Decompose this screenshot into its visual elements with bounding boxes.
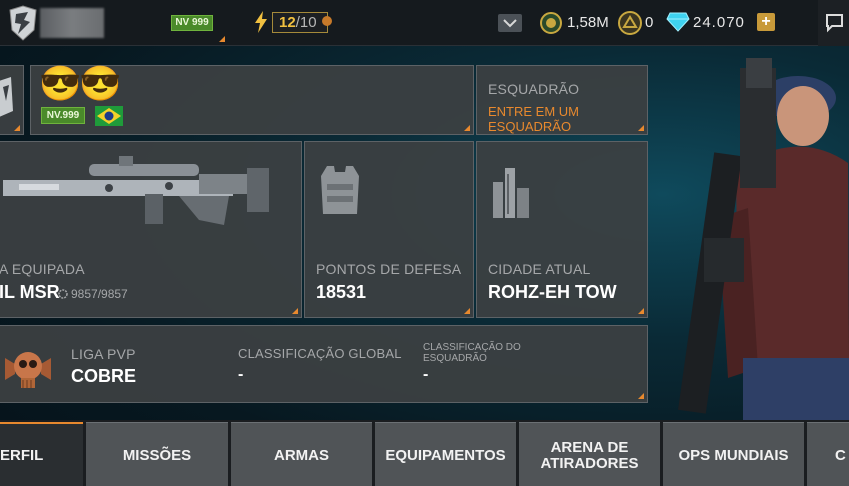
tab-weapons-label: ARMAS [274,446,329,464]
character-sniper-image [648,58,849,425]
emoji-sunglasses-icon-2: 😎 [79,65,122,103]
squad-title: ESQUADRÃO [488,81,580,97]
profile-level-badge: NV.999 [41,107,85,124]
tab-sniper-arena-label-1: ARENA DE [550,438,629,456]
weapon-name: IL MSR [0,282,60,302]
pvp-league-panel[interactable]: LIGA PVP COBRE CLASSIFICAÇÃO GLOBAL - CL… [0,325,648,403]
edge-emblem-panel[interactable] [0,65,24,135]
player-name-blurred [40,8,104,38]
level-corner-marker [219,36,225,42]
tab-weapons[interactable]: ARMAS [231,422,372,486]
cash-value: 1,58M [567,14,609,31]
tab-missions[interactable]: MISSÕES [86,422,228,486]
current-city-panel[interactable]: CIDADE ATUAL ROHZ-EH TOW [476,141,648,318]
chat-icon [826,14,843,33]
pvp-league-value: COBRE [71,366,137,386]
global-rank-value: - [238,366,244,383]
tab-sniper-arena-label-2: ATIRADORES [540,454,639,472]
durability-icon [57,287,69,305]
squad-rank-label: CLASSIFICAÇÃO DO ESQUADRÃO [423,342,521,364]
token-icon [618,11,642,40]
global-rank-label: CLASSIFICAÇÃO GLOBAL [238,346,402,361]
defense-label: PONTOS DE DEFESA [316,261,462,277]
defense-panel[interactable]: PONTOS DE DEFESA 18531 [304,141,474,318]
energy-timer-icon [322,16,332,26]
sniper-rifle-image [0,150,279,245]
skull-league-icon [3,344,53,399]
token-value: 0 [645,14,654,31]
tab-equipment-label: EQUIPAMENTOS [385,446,506,464]
lightning-icon [253,10,269,39]
city-value: ROHZ-EH TOW [488,282,617,302]
chat-button[interactable] [818,0,849,46]
armor-vest-icon [319,164,361,223]
emoji-sunglasses-icon: 😎 [39,65,82,103]
tab-missions-label: MISSÕES [122,446,192,464]
tab-sniper-arena[interactable]: ARENA DE ATIRADORES [519,422,660,486]
player-emblem-icon[interactable] [8,4,38,42]
add-currency-button[interactable]: + [757,13,775,31]
city-buildings-icon [491,164,531,225]
city-label: CIDADE ATUAL [488,261,591,277]
tab-more[interactable]: C [807,422,849,486]
pvp-league-label: LIGA PVP [71,346,136,362]
tab-profile-label: ERFIL [0,447,44,464]
expand-dropdown-button[interactable] [498,14,522,32]
equipped-weapon-panel[interactable]: A EQUIPADA IL MSR 9857/9857 [0,141,302,318]
weapon-durability: 9857/9857 [71,287,128,301]
tab-equipment[interactable]: EQUIPAMENTOS [375,422,516,486]
tab-world-ops[interactable]: OPS MUNDIAIS [663,422,804,486]
defense-value: 18531 [316,282,367,302]
brazil-flag-icon [95,106,123,131]
tab-world-ops-label: OPS MUNDIAIS [678,446,789,464]
squad-panel[interactable]: ESQUADRÃO ENTRE EM UM ESQUADRÃO [476,65,648,135]
tab-more-label: C [835,446,846,464]
equipped-weapon-label: A EQUIPADA [0,261,85,277]
join-squad-link[interactable]: ENTRE EM UM ESQUADRÃO [488,104,647,134]
tab-profile[interactable]: ERFIL [0,422,83,486]
chevron-down-icon [503,19,517,28]
diamond-icon [666,12,690,37]
cash-coin-icon [540,12,562,39]
profile-panel[interactable]: 😎 😎 NV.999 [30,65,474,135]
squad-rank-value: - [423,366,429,383]
diamond-value: 24.070 [693,14,745,31]
emblem-icon [0,77,13,117]
energy-counter: 12/10 [279,14,317,31]
level-badge: NV 999 [171,15,213,31]
